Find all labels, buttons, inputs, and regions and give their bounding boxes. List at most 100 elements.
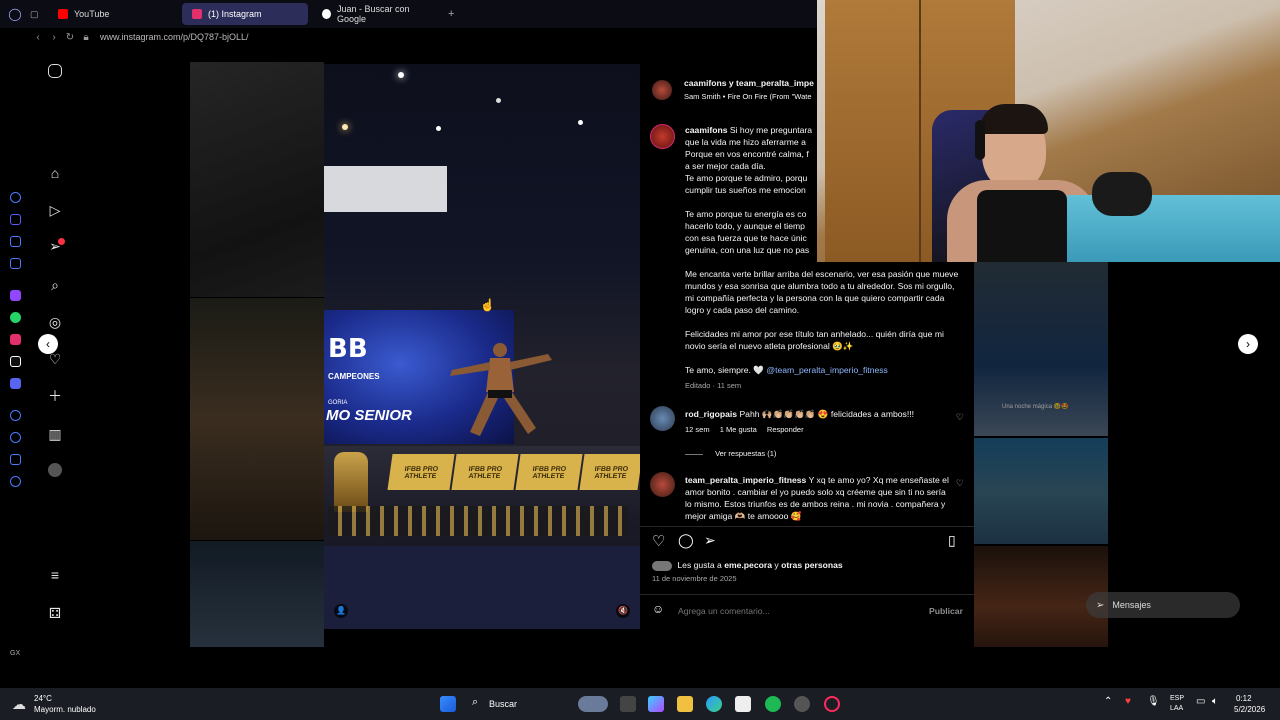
sidebar-app-icon[interactable]: [10, 410, 21, 421]
caption-author-name[interactable]: caamifons: [685, 125, 728, 135]
weather-temp[interactable]: 24°C: [34, 694, 52, 703]
reply-button[interactable]: Responder: [767, 425, 804, 434]
next-post-button[interactable]: ›: [1238, 334, 1258, 354]
whatsapp-icon[interactable]: [10, 312, 21, 323]
caption-author-avatar[interactable]: [650, 124, 675, 149]
network-icon[interactable]: ▭: [1196, 696, 1205, 707]
edge-icon[interactable]: [706, 696, 722, 712]
caption-mention-link[interactable]: @team_peralta_imperio_fitness: [766, 365, 887, 375]
author-avatar[interactable]: [652, 80, 672, 100]
table-card: IFBB PRO ATHLETE: [579, 454, 640, 490]
widget-icon[interactable]: [578, 696, 608, 712]
ceiling-light: [578, 120, 583, 125]
caption-paragraph-3: Me encanta verte brillar arriba del esce…: [685, 269, 959, 315]
liker-avatars[interactable]: [652, 560, 672, 571]
prev-post-button[interactable]: ‹: [38, 334, 58, 354]
liker-username[interactable]: eme.pecora: [724, 560, 772, 570]
weather-desc[interactable]: Mayorm. nublado: [34, 705, 96, 714]
instagram-icon[interactable]: [10, 334, 21, 345]
menu-icon[interactable]: ≡: [46, 566, 64, 584]
tank-top: [977, 190, 1067, 262]
copilot-icon[interactable]: [648, 696, 664, 712]
likes-summary: Les gusta a eme.pecora y otras personas: [652, 560, 843, 571]
share-icon[interactable]: ➢: [704, 532, 716, 549]
messages-button[interactable]: ➢ Mensajes: [1086, 592, 1240, 618]
browser-logo-icon[interactable]: ◯: [0, 7, 30, 21]
commenter-avatar[interactable]: [650, 472, 675, 497]
clock-time[interactable]: 0:12: [1236, 694, 1252, 703]
tray-chevron-icon[interactable]: ⌃: [1104, 696, 1112, 707]
volume-icon[interactable]: 🔈︎: [1212, 696, 1218, 707]
tab-list-icon[interactable]: ▢: [30, 9, 48, 20]
task-view-icon[interactable]: [620, 696, 636, 712]
sidebar-app-icon[interactable]: [10, 192, 21, 203]
browser-tab-bar: ◯ ▢ YouTube (1) Instagram Juan - Buscar …: [0, 0, 820, 28]
search-icon[interactable]: ⌕: [46, 276, 64, 294]
comment-username[interactable]: rod_rigopais: [685, 409, 737, 419]
emoji-icon[interactable]: ☺: [652, 602, 664, 616]
award-table: IFBB PRO ATHLETE IFBB PRO ATHLETE IFBB P…: [324, 446, 640, 629]
athlete-figure: [450, 343, 552, 436]
microphone-icon[interactable]: 🎙︎: [1147, 696, 1160, 707]
create-icon[interactable]: ＋: [46, 387, 64, 405]
tab-youtube[interactable]: YouTube: [48, 3, 178, 25]
gx-icon[interactable]: GX: [10, 650, 20, 657]
weather-icon[interactable]: ☁: [12, 696, 26, 713]
user-tag-icon[interactable]: 👤: [334, 604, 348, 618]
comment-likes[interactable]: 1 Me gusta: [720, 425, 757, 434]
dashboard-icon[interactable]: ▥: [46, 425, 64, 443]
comment-icon[interactable]: ◯: [678, 532, 694, 549]
forward-icon[interactable]: ›: [46, 32, 62, 43]
clock-date[interactable]: 5/2/2026: [1234, 705, 1265, 714]
sidebar-app-icon[interactable]: [10, 258, 21, 269]
reload-icon[interactable]: ↻: [62, 32, 78, 43]
sidebar-app-icon[interactable]: [10, 454, 21, 465]
apps-icon[interactable]: ⚃: [46, 604, 64, 622]
url-field[interactable]: www.instagram.com/p/DQ787-bjOLL/: [100, 32, 249, 42]
taskbar-app-icon[interactable]: [794, 696, 810, 712]
post-date[interactable]: 11 de noviembre de 2025: [652, 574, 737, 583]
like-icon[interactable]: ♡: [652, 532, 665, 550]
sidebar-app-icon[interactable]: [10, 236, 21, 247]
language-layout[interactable]: LAA: [1170, 705, 1183, 712]
mute-icon[interactable]: 🔇: [616, 604, 630, 618]
view-replies-button[interactable]: Ver respuestas (1): [685, 448, 965, 460]
windows-start-icon[interactable]: [440, 696, 456, 712]
comment-input[interactable]: [678, 603, 898, 619]
publish-button[interactable]: Publicar: [929, 606, 963, 616]
tiktok-icon[interactable]: [10, 356, 21, 367]
new-tab-button[interactable]: +: [448, 8, 454, 20]
action-bar: [640, 526, 974, 527]
discord-icon[interactable]: [10, 378, 21, 389]
language-code[interactable]: ESP: [1170, 695, 1184, 702]
table-card: IFBB PRO ATHLETE: [451, 454, 519, 490]
settings-icon[interactable]: [10, 476, 21, 487]
reels-icon[interactable]: ▷: [46, 201, 64, 219]
spotify-icon[interactable]: [765, 696, 781, 712]
comment-username[interactable]: team_peralta_imperio_fitness: [685, 475, 806, 485]
store-icon[interactable]: [735, 696, 751, 712]
other-likers-link[interactable]: otras personas: [781, 560, 843, 570]
profile-avatar-icon[interactable]: [48, 463, 62, 477]
lock-icon: 🔒︎: [83, 31, 89, 43]
sidebar-app-icon[interactable]: [10, 214, 21, 225]
history-icon[interactable]: [10, 432, 21, 443]
commenter-avatar[interactable]: [650, 406, 675, 431]
post-media[interactable]: BB CAMPEONES GORIA MO SENIOR IFBB PRO AT…: [324, 64, 640, 629]
tab-google-search[interactable]: Juan - Buscar con Google: [312, 3, 440, 25]
back-icon[interactable]: ‹: [30, 32, 46, 43]
medals: [328, 506, 628, 536]
home-icon[interactable]: ⌂: [46, 164, 64, 182]
tray-app-icon[interactable]: ♥: [1125, 696, 1131, 707]
explore-icon[interactable]: ◎: [46, 313, 64, 331]
comment-like-icon[interactable]: ♡: [956, 412, 964, 423]
twitch-icon[interactable]: [10, 290, 21, 301]
address-bar: ‹ › ↻ 🔒︎ www.instagram.com/p/DQ787-bjOLL…: [0, 28, 820, 46]
instagram-logo-icon[interactable]: [48, 64, 62, 78]
taskbar-search[interactable]: Buscar: [489, 699, 517, 709]
save-icon[interactable]: ▯: [948, 532, 956, 549]
comment-like-icon[interactable]: ♡: [956, 478, 964, 489]
opera-gx-icon[interactable]: [824, 696, 840, 712]
file-explorer-icon[interactable]: [677, 696, 693, 712]
tab-instagram[interactable]: (1) Instagram: [182, 3, 308, 25]
